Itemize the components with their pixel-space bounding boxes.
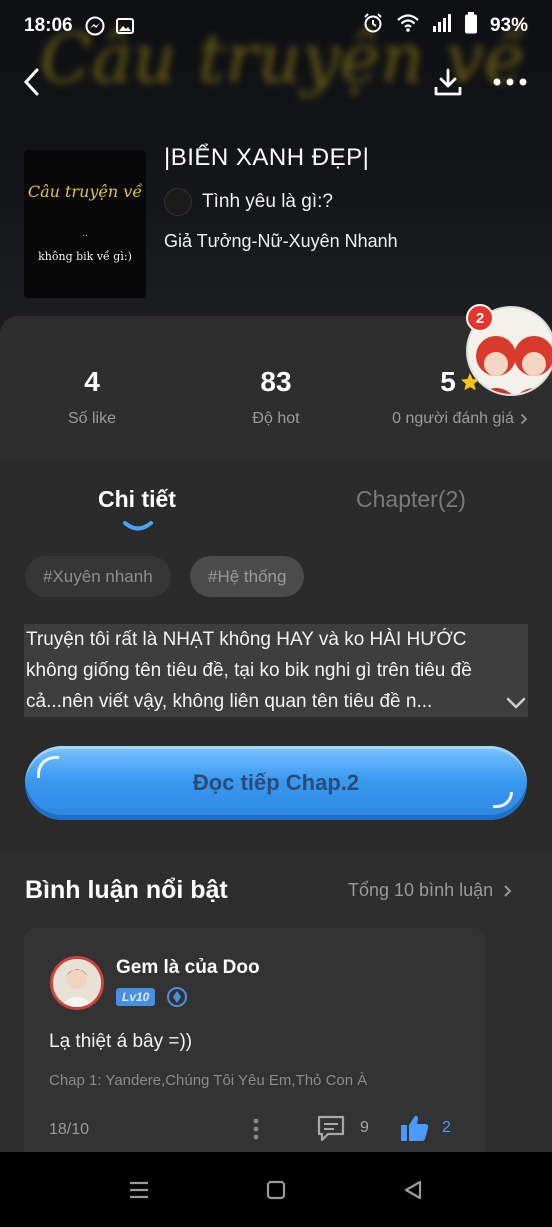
- more-horizontal-icon: [493, 78, 527, 86]
- continue-reading-label: Đọc tiếp Chap.2: [192, 770, 360, 795]
- notification-badge: 2: [466, 304, 494, 332]
- likes-value: 4: [84, 366, 100, 397]
- home-square-icon: [266, 1180, 286, 1200]
- like-button[interactable]: 2: [400, 1114, 451, 1142]
- verified-badge-icon: [167, 987, 187, 1007]
- messenger-icon: [85, 16, 105, 36]
- recent-apps-button[interactable]: [124, 1176, 154, 1204]
- back-triangle-icon: [404, 1180, 422, 1200]
- chevron-left-icon: [23, 68, 39, 96]
- comments-section: Bình luận nổi bật Tổng 10 bình luận Gem …: [0, 852, 552, 1152]
- author-avatar: [164, 188, 192, 216]
- tag-he-thong[interactable]: #Hệ thống: [190, 556, 305, 597]
- comment-date: 18/10: [49, 1121, 90, 1138]
- hot-label: Độ hot: [252, 410, 300, 427]
- rating-value: 5: [440, 366, 456, 397]
- book-cover[interactable]: Câu truyện về .. không bik về gì:): [24, 150, 146, 298]
- reply-button[interactable]: 9: [316, 1114, 369, 1142]
- comment-more-button[interactable]: [250, 1116, 262, 1142]
- battery-icon: [464, 12, 478, 40]
- thumbs-up-icon: [401, 1115, 429, 1141]
- button-gloss-left: [37, 756, 59, 778]
- cover-subtitle: không bik về gì:): [38, 250, 132, 263]
- more-options-button[interactable]: [490, 64, 530, 100]
- wifi-icon: [396, 13, 420, 39]
- avatar-photo-icon: [53, 959, 101, 1007]
- book-title: |BIỂN XANH ĐẸP|: [164, 144, 370, 171]
- level-badge: Lv10: [116, 988, 156, 1006]
- comment-card[interactable]: Gem là của Doo Lv10 Lạ thiệt á bây =)) C…: [24, 928, 486, 1152]
- commenter-avatar[interactable]: [50, 956, 104, 1010]
- likes-label: Số like: [67, 410, 117, 427]
- continue-reading-button[interactable]: Đọc tiếp Chap.2: [25, 746, 527, 820]
- stat-hot: 83 Độ hot: [184, 366, 368, 428]
- comment-text: Lạ thiệt á bây =)): [49, 1031, 193, 1052]
- back-button[interactable]: [22, 62, 52, 102]
- status-time: 18:06: [24, 15, 73, 36]
- detail-section: Chi tiết Chapter(2) #Xuyên nhanh #Hệ thố…: [0, 460, 552, 852]
- chevron-right-icon: [520, 413, 527, 425]
- comments-total-label: Tổng 10 bình luận: [348, 880, 494, 900]
- gallery-icon: [115, 16, 135, 36]
- cover-dots: ..: [82, 228, 88, 239]
- tab-indicator: [123, 521, 153, 531]
- comment-icon: [317, 1115, 345, 1142]
- like-count: 2: [442, 1119, 451, 1136]
- download-icon: [434, 68, 462, 96]
- status-bar: 18:06 93%: [0, 0, 552, 52]
- comments-total-link[interactable]: Tổng 10 bình luận: [348, 880, 513, 901]
- download-button[interactable]: [430, 64, 466, 100]
- tab-chapters[interactable]: Chapter(2): [356, 486, 466, 513]
- rating-label: 0 người đánh giá: [392, 410, 514, 427]
- book-header: Câu truyện về 18:06 93% Câu truyện về ..…: [0, 0, 552, 330]
- top-navigation: [0, 62, 552, 102]
- reply-count: 9: [360, 1119, 369, 1136]
- tab-details[interactable]: Chi tiết: [98, 486, 176, 513]
- stat-likes: 4 Số like: [0, 366, 184, 428]
- alarm-icon: [362, 12, 384, 40]
- back-nav-button[interactable]: [398, 1176, 428, 1204]
- system-navigation-bar: [0, 1152, 552, 1227]
- comments-title: Bình luận nổi bật: [25, 876, 228, 904]
- signal-icon: [432, 14, 452, 38]
- menu-icon: [130, 1181, 148, 1199]
- battery-percentage: 93%: [489, 15, 528, 36]
- commenter-name[interactable]: Gem là của Doo: [116, 957, 260, 979]
- story-description[interactable]: Truyện tôi rất là NHẠT không HAY và ko H…: [24, 624, 528, 717]
- hot-value: 83: [260, 366, 292, 397]
- rating-label-row: 0 người đánh giá: [368, 410, 552, 428]
- chevron-right-icon: [504, 884, 512, 897]
- home-button[interactable]: [261, 1176, 291, 1204]
- more-vertical-icon: [253, 1118, 259, 1140]
- tag-xuyen-nhanh[interactable]: #Xuyên nhanh: [25, 556, 171, 597]
- author-name: Tình yêu là gì:?: [202, 191, 333, 212]
- author-row[interactable]: Tình yêu là gì:?: [164, 188, 333, 216]
- comment-chapter[interactable]: Chap 1: Yandere,Chúng Tôi Yêu Em,Thỏ Con…: [49, 1072, 367, 1089]
- book-genres: Giả Tưởng-Nữ-Xuyên Nhanh: [164, 231, 398, 251]
- button-gloss-right: [493, 792, 513, 808]
- chevron-down-icon[interactable]: [505, 696, 527, 710]
- cover-title: Câu truyện về: [27, 182, 143, 201]
